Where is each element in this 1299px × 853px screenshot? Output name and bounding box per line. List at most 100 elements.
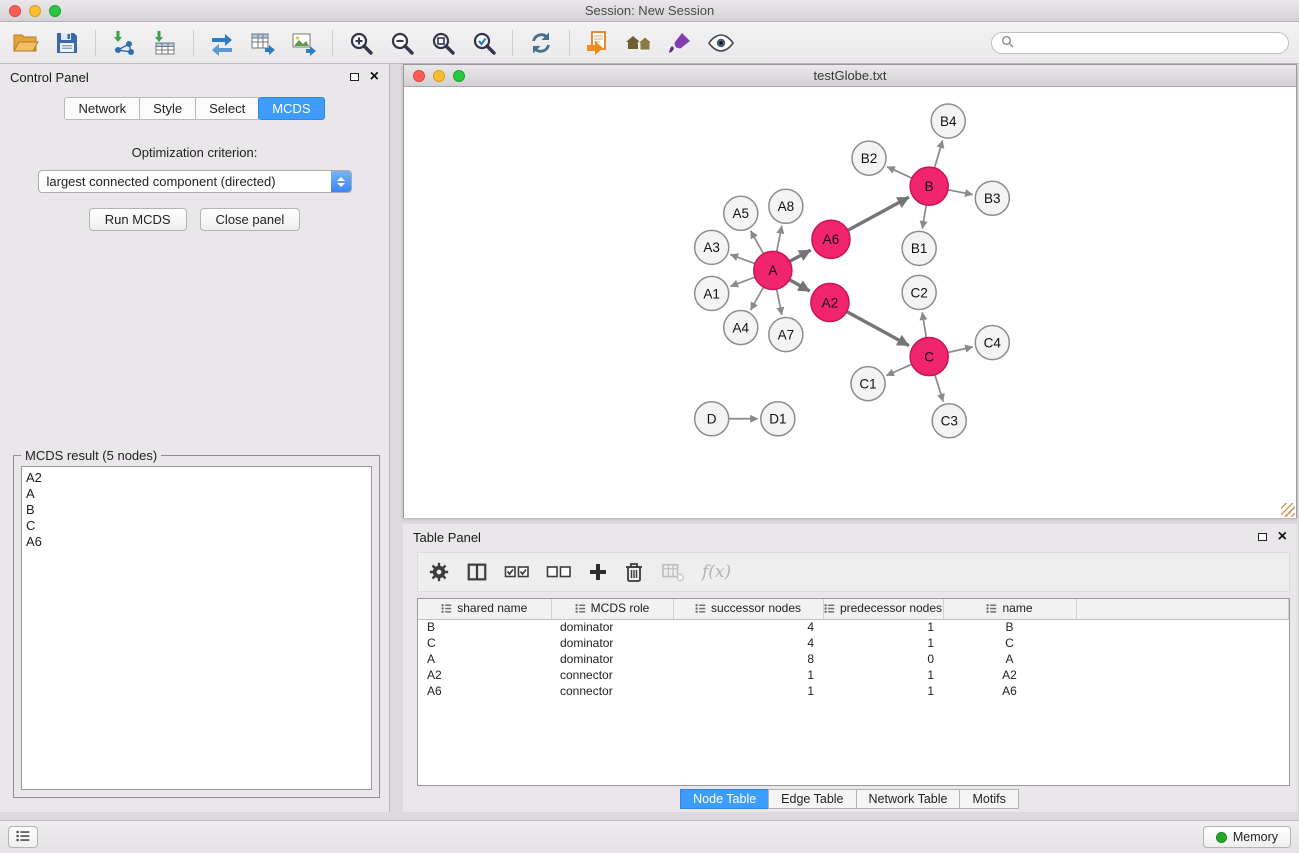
import-table-from-file-icon[interactable] <box>149 27 181 59</box>
result-item[interactable]: A2 <box>26 470 367 486</box>
open-icon[interactable] <box>10 27 42 59</box>
graph-edge-C-C1[interactable] <box>886 364 911 375</box>
graph-node-C1[interactable]: C1 <box>851 367 885 401</box>
minimize-network-window-button[interactable] <box>433 70 445 82</box>
network-share-icon[interactable] <box>206 27 238 59</box>
tab-motifs[interactable]: Motifs <box>959 789 1018 809</box>
first-neighbors-icon[interactable] <box>582 27 614 59</box>
zoom-out-icon[interactable] <box>386 27 418 59</box>
table-row[interactable]: Cdominator41C <box>418 635 1289 651</box>
table-row[interactable]: A2connector11A2 <box>418 667 1289 683</box>
minimize-window-button[interactable] <box>29 5 41 17</box>
export-table-icon[interactable] <box>247 27 279 59</box>
graph-node-C3[interactable]: C3 <box>932 404 966 438</box>
result-item[interactable]: A <box>26 486 367 502</box>
graph-edge-A-A2[interactable] <box>789 280 809 291</box>
result-item[interactable]: A6 <box>26 534 367 550</box>
graph-edge-A-A7[interactable] <box>777 289 782 315</box>
export-image-icon[interactable] <box>288 27 320 59</box>
graph-node-A[interactable]: A <box>754 251 792 289</box>
graph-edge-C-C4[interactable] <box>948 347 973 353</box>
memory-button[interactable]: Memory <box>1203 826 1291 848</box>
select-all-icon[interactable] <box>504 562 530 582</box>
graph-node-C[interactable]: C <box>910 338 948 376</box>
graph-node-A6[interactable]: A6 <box>812 220 850 258</box>
settings-gear-icon[interactable] <box>428 561 450 583</box>
table-row[interactable]: Adominator80A <box>418 651 1289 667</box>
criterion-dropdown[interactable]: largest connected component (directed) <box>38 170 352 193</box>
column-header-successor-nodes[interactable]: successor nodes <box>673 599 823 619</box>
close-panel-button[interactable]: Close panel <box>200 208 301 231</box>
tab-mcds[interactable]: MCDS <box>258 97 324 120</box>
graph-node-B3[interactable]: B3 <box>975 181 1009 215</box>
graph-edge-A6-B[interactable] <box>848 197 909 230</box>
graph-node-B2[interactable]: B2 <box>852 141 886 175</box>
import-network-from-file-icon[interactable] <box>108 27 140 59</box>
graph-node-C2[interactable]: C2 <box>902 275 936 309</box>
add-column-icon[interactable] <box>588 562 608 582</box>
graph-node-B4[interactable]: B4 <box>931 104 965 138</box>
run-mcds-button[interactable]: Run MCDS <box>89 208 187 231</box>
graph-node-A3[interactable]: A3 <box>695 230 729 264</box>
close-panel-x-button[interactable]: × <box>370 71 379 83</box>
graph-node-A4[interactable]: A4 <box>724 310 758 344</box>
graph-edge-A-A8[interactable] <box>777 226 782 252</box>
style-icon[interactable] <box>664 27 696 59</box>
close-network-window-button[interactable] <box>413 70 425 82</box>
table-row[interactable]: Bdominator41B <box>418 619 1289 635</box>
graph-node-A1[interactable]: A1 <box>695 276 729 310</box>
table-row[interactable]: A6connector11A6 <box>418 683 1289 699</box>
tab-node-table[interactable]: Node Table <box>680 789 769 809</box>
graph-edge-A-A3[interactable] <box>730 254 755 263</box>
graph-edge-A-A1[interactable] <box>730 277 755 286</box>
tab-network[interactable]: Network <box>64 97 140 120</box>
column-header-predecessor-nodes[interactable]: predecessor nodes <box>823 599 943 619</box>
tab-edge-table[interactable]: Edge Table <box>768 789 856 809</box>
float-panel-button[interactable] <box>350 73 359 81</box>
search-input[interactable] <box>1019 34 1279 52</box>
tab-style[interactable]: Style <box>139 97 196 120</box>
result-item[interactable]: C <box>26 518 367 534</box>
graph-node-C4[interactable]: C4 <box>975 326 1009 360</box>
graph-edge-B-B2[interactable] <box>887 167 912 179</box>
zoom-selected-icon[interactable] <box>468 27 500 59</box>
float-table-panel-button[interactable] <box>1258 533 1267 541</box>
graph-edge-C-C2[interactable] <box>922 312 926 337</box>
mcds-result-list[interactable]: A2ABCA6 <box>21 466 372 790</box>
zoom-network-window-button[interactable] <box>453 70 465 82</box>
zoom-window-button[interactable] <box>49 5 61 17</box>
zoom-fit-icon[interactable] <box>427 27 459 59</box>
close-window-button[interactable] <box>9 5 21 17</box>
graph-edge-B-B3[interactable] <box>948 190 973 195</box>
tab-select[interactable]: Select <box>195 97 259 120</box>
graph-edge-A-A5[interactable] <box>751 231 764 254</box>
close-table-panel-button[interactable]: × <box>1278 531 1287 543</box>
delete-column-icon[interactable] <box>624 561 644 583</box>
search-field[interactable] <box>991 32 1289 54</box>
zoom-in-icon[interactable] <box>345 27 377 59</box>
tab-network-table[interactable]: Network Table <box>856 789 961 809</box>
graph-node-D[interactable]: D <box>695 402 729 436</box>
graph-edge-C-C3[interactable] <box>935 375 943 402</box>
deselect-all-icon[interactable] <box>546 562 572 582</box>
column-header-shared-name[interactable]: shared name <box>418 599 551 619</box>
graph-node-A5[interactable]: A5 <box>724 196 758 230</box>
graph-node-A7[interactable]: A7 <box>769 318 803 352</box>
graph-edge-A-A6[interactable] <box>790 250 811 261</box>
graph-edge-B-B1[interactable] <box>922 205 926 229</box>
show-hide-icon[interactable] <box>705 27 737 59</box>
graph-edge-A2-C[interactable] <box>847 312 909 346</box>
resize-grip[interactable] <box>1281 503 1295 517</box>
graph-edge-B-B4[interactable] <box>934 140 942 168</box>
show-panels-button[interactable] <box>8 826 38 848</box>
column-header-name[interactable]: name <box>943 599 1076 619</box>
refresh-view-icon[interactable] <box>525 27 557 59</box>
save-icon[interactable] <box>51 27 83 59</box>
result-item[interactable]: B <box>26 502 367 518</box>
show-columns-icon[interactable] <box>466 561 488 583</box>
graph-node-B[interactable]: B <box>910 167 948 205</box>
graph-node-B1[interactable]: B1 <box>902 231 936 265</box>
graph-node-A8[interactable]: A8 <box>769 189 803 223</box>
home-icon[interactable] <box>623 27 655 59</box>
column-header-MCDS-role[interactable]: MCDS role <box>551 599 673 619</box>
